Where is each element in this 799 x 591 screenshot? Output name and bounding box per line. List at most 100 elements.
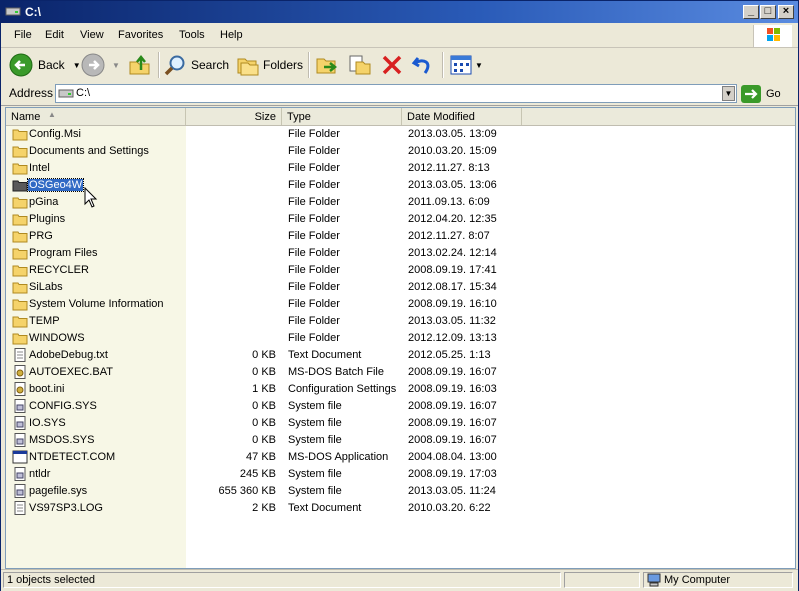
file-date-modified: 2013.03.05. 11:24 [408,485,496,497]
status-zone: My Computer [643,572,793,588]
file-list[interactable]: Name ▲ Size Type Date Modified Config.Msi… [5,107,796,569]
column-size[interactable]: Size [186,108,282,125]
file-type: File Folder [288,128,340,140]
mouse-cursor-icon [84,187,98,208]
file-name: PRG [29,230,53,242]
file-row[interactable]: Config.Msi File Folder 2013.03.05. 13:09 [6,126,795,143]
folder-icon [12,314,28,328]
file-row[interactable]: Plugins File Folder 2012.04.20. 12:35 [6,211,795,228]
file-row[interactable]: ntldr 245 KB System file 2008.09.19. 17:03 [6,466,795,483]
views-button[interactable]: ▼ [449,52,483,78]
back-label: Back [38,58,65,72]
file-row[interactable]: pagefile.sys 655 360 KB System file 2013.03… [6,483,795,500]
address-label: Address [9,86,54,100]
status-panel-blank [564,572,640,588]
folder-icon [12,331,28,345]
system-file-icon [12,467,28,481]
window-title: C:\ [25,5,41,19]
file-name: TEMP [29,315,60,327]
back-dropdown-icon[interactable]: ▼ [73,61,81,70]
file-row[interactable]: pGina File Folder 2011.09.13. 6:09 [6,194,795,211]
search-button[interactable]: Search [164,52,229,78]
file-row[interactable]: CONFIG.SYS 0 KB System file 2008.09.19. 16:… [6,398,795,415]
file-date-modified: 2012.05.25. 1:13 [408,349,491,361]
file-name: boot.ini [29,383,65,395]
application-icon [12,450,28,464]
file-row[interactable]: AUTOEXEC.BAT 0 KB MS-DOS Batch File 2008.09… [6,364,795,381]
file-size: 245 KB [239,468,276,480]
file-name: Documents and Settings [29,145,149,157]
file-row[interactable]: Documents and Settings File Folder 2010.03… [6,143,795,160]
file-name: pGina [29,196,59,208]
go-button[interactable]: Go [741,84,781,103]
drive-icon [5,7,21,16]
file-row[interactable]: Intel File Folder 2012.11.27. 8:13 [6,160,795,177]
menu-help[interactable]: Help [220,29,243,41]
file-row[interactable]: TEMP File Folder 2013.03.05. 11:32 [6,313,795,330]
explorer-window: C:\ _ □ × File Edit View Favorites Tools… [0,0,799,591]
folders-button[interactable]: Folders [236,52,303,78]
file-row[interactable]: OSGeo4W File Folder 2013.03.05. 13:06 [6,177,795,194]
move-to-icon [316,58,338,74]
file-name: WINDOWS [29,332,85,344]
file-row[interactable]: System Volume Information File Folder 2008… [6,296,795,313]
menu-tools[interactable]: Tools [179,29,205,41]
address-dropdown-icon[interactable]: ▼ [722,86,735,101]
menu-view[interactable]: View [80,29,104,41]
column-date-modified[interactable]: Date Modified [402,108,522,125]
move-to-button[interactable] [315,52,339,78]
file-row[interactable]: PRG File Folder 2012.11.27. 8:07 [6,228,795,245]
file-row[interactable]: AdobeDebug.txt 0 KB Text Document 2012.05.2… [6,347,795,364]
file-date-modified: 2013.03.05. 13:06 [408,179,497,191]
folder-icon [12,127,28,141]
menu-file[interactable]: File [14,29,32,41]
column-name[interactable]: Name ▲ [6,108,186,125]
file-row[interactable]: Program Files File Folder 2013.02.24. 12:1… [6,245,795,262]
file-date-modified: 2012.11.27. 8:07 [408,230,490,242]
back-button[interactable]: Back ▼ [9,52,81,78]
file-row[interactable]: WINDOWS File Folder 2012.12.09. 13:13 [6,330,795,347]
file-type: File Folder [288,298,340,310]
system-file-icon [12,399,28,413]
file-name: CONFIG.SYS [29,400,97,412]
copy-to-icon [349,55,371,75]
undo-icon [411,57,430,74]
address-field[interactable]: C:\ ▼ [55,84,737,103]
back-arrow-icon [9,53,33,77]
file-type: File Folder [288,145,340,157]
copy-to-button[interactable] [347,52,371,78]
file-row[interactable]: NTDETECT.COM 47 KB MS-DOS Application 2004.… [6,449,795,466]
file-type: File Folder [288,196,340,208]
folder-icon [12,161,28,175]
column-type[interactable]: Type [282,108,402,125]
forward-arrow-icon [81,53,105,77]
views-dropdown-icon[interactable]: ▼ [475,61,483,70]
file-row[interactable]: SiLabs File Folder 2012.08.17. 15:34 [6,279,795,296]
file-row[interactable]: RECYCLER File Folder 2008.09.19. 17:41 [6,262,795,279]
title-bar[interactable]: C:\ _ □ × [1,1,798,23]
up-folder-icon [129,54,150,75]
file-row[interactable]: boot.ini 1 KB Configuration Settings 2008.0… [6,381,795,398]
close-button[interactable]: × [778,5,794,19]
up-folder-button[interactable] [128,52,152,78]
file-name: Program Files [29,247,98,259]
file-name: ntldr [29,468,51,480]
minimize-button[interactable]: _ [743,5,759,19]
undo-button[interactable] [411,52,435,78]
file-row[interactable]: VS97SP3.LOG 2 KB Text Document 2010.03.20. … [6,500,795,517]
forward-dropdown-icon[interactable]: ▼ [112,61,120,70]
menu-edit[interactable]: Edit [45,29,64,41]
maximize-button[interactable]: □ [760,5,776,19]
file-name: VS97SP3.LOG [29,502,103,514]
file-name: AUTOEXEC.BAT [29,366,113,378]
file-row[interactable]: MSDOS.SYS 0 KB System file 2008.09.19. 16:0… [6,432,795,449]
file-name: MSDOS.SYS [29,434,95,446]
file-name: IO.SYS [29,417,66,429]
file-size: 0 KB [252,417,276,429]
forward-button[interactable]: ▼ [81,52,120,78]
file-row[interactable]: IO.SYS 0 KB System file 2008.09.19. 16:07 [6,415,795,432]
folders-label: Folders [263,58,304,72]
file-date-modified: 2012.12.09. 13:13 [408,332,497,344]
menu-favorites[interactable]: Favorites [118,29,163,41]
delete-button[interactable] [380,52,404,78]
